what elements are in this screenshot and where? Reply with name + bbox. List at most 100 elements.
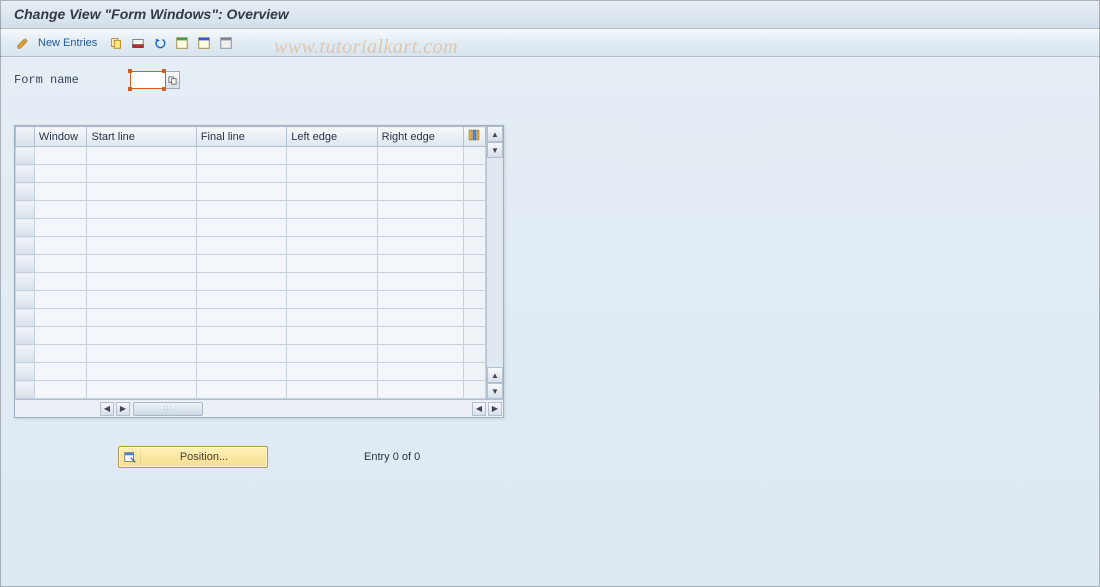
table-cell[interactable] <box>196 183 286 201</box>
scroll-track[interactable] <box>487 158 503 367</box>
row-selector[interactable] <box>16 273 35 291</box>
table-cell[interactable] <box>34 183 87 201</box>
table-cell[interactable] <box>377 363 463 381</box>
table-cell[interactable] <box>87 255 196 273</box>
table-cell[interactable] <box>377 273 463 291</box>
col-start-line[interactable]: Start line <box>87 127 196 147</box>
table-cell[interactable] <box>287 255 377 273</box>
table-cell[interactable] <box>377 255 463 273</box>
col-window[interactable]: Window <box>34 127 87 147</box>
table-cell[interactable] <box>287 291 377 309</box>
table-cell[interactable] <box>196 219 286 237</box>
table-cell[interactable] <box>377 327 463 345</box>
table-cell[interactable] <box>196 165 286 183</box>
table-cell[interactable] <box>87 345 196 363</box>
row-selector[interactable] <box>16 381 35 399</box>
table-cell[interactable] <box>87 183 196 201</box>
row-selector[interactable] <box>16 237 35 255</box>
table-cell[interactable] <box>34 309 87 327</box>
row-selector[interactable] <box>16 201 35 219</box>
table-cell[interactable] <box>196 363 286 381</box>
table-cell[interactable] <box>34 237 87 255</box>
table-cell[interactable] <box>87 201 196 219</box>
delete-icon[interactable] <box>129 34 147 52</box>
table-cell[interactable] <box>287 345 377 363</box>
value-help-icon[interactable] <box>166 71 180 89</box>
row-selector[interactable] <box>16 345 35 363</box>
table-cell[interactable] <box>87 291 196 309</box>
table-cell[interactable] <box>377 345 463 363</box>
table-cell[interactable] <box>377 183 463 201</box>
row-selector[interactable] <box>16 363 35 381</box>
row-selector[interactable] <box>16 291 35 309</box>
table-cell[interactable] <box>196 309 286 327</box>
table-cell[interactable] <box>196 201 286 219</box>
table-cell[interactable] <box>87 363 196 381</box>
toggle-edit-icon[interactable] <box>14 34 32 52</box>
table-cell[interactable] <box>87 381 196 399</box>
scroll-left-icon[interactable]: ◀ <box>100 402 114 416</box>
table-cell[interactable] <box>287 363 377 381</box>
row-selector-header[interactable] <box>16 127 35 147</box>
table-cell[interactable] <box>87 165 196 183</box>
table-cell[interactable] <box>287 273 377 291</box>
table-cell[interactable] <box>377 381 463 399</box>
position-button[interactable]: Position... <box>118 446 268 468</box>
row-selector[interactable] <box>16 255 35 273</box>
scroll-down-icon[interactable]: ▼ <box>487 383 503 399</box>
deselect-all-icon[interactable] <box>217 34 235 52</box>
table-cell[interactable] <box>377 165 463 183</box>
copy-icon[interactable] <box>107 34 125 52</box>
col-left-edge[interactable]: Left edge <box>287 127 377 147</box>
column-config-icon[interactable] <box>463 127 485 147</box>
table-cell[interactable] <box>87 219 196 237</box>
table-cell[interactable] <box>287 183 377 201</box>
scroll-down-icon[interactable]: ▼ <box>487 142 503 158</box>
form-name-input[interactable] <box>130 71 166 89</box>
row-selector[interactable] <box>16 147 35 165</box>
table-cell[interactable] <box>377 291 463 309</box>
table-cell[interactable] <box>34 381 87 399</box>
table-cell[interactable] <box>196 273 286 291</box>
table-cell[interactable] <box>34 219 87 237</box>
table-cell[interactable] <box>87 309 196 327</box>
table-cell[interactable] <box>196 345 286 363</box>
table-cell[interactable] <box>34 291 87 309</box>
table-cell[interactable] <box>34 327 87 345</box>
table-cell[interactable] <box>196 255 286 273</box>
scroll-left-icon[interactable]: ◀ <box>472 402 486 416</box>
table-cell[interactable] <box>196 237 286 255</box>
table-cell[interactable] <box>87 237 196 255</box>
table-cell[interactable] <box>287 219 377 237</box>
table-cell[interactable] <box>287 201 377 219</box>
col-right-edge[interactable]: Right edge <box>377 127 463 147</box>
table-cell[interactable] <box>34 201 87 219</box>
table-cell[interactable] <box>287 381 377 399</box>
table-cell[interactable] <box>377 237 463 255</box>
table-cell[interactable] <box>287 147 377 165</box>
new-entries-button[interactable]: New Entries <box>38 37 97 49</box>
table-cell[interactable] <box>196 291 286 309</box>
table-cell[interactable] <box>34 165 87 183</box>
table-cell[interactable] <box>287 327 377 345</box>
table-cell[interactable] <box>196 381 286 399</box>
row-selector[interactable] <box>16 327 35 345</box>
table-cell[interactable] <box>34 345 87 363</box>
row-selector[interactable] <box>16 309 35 327</box>
table-cell[interactable] <box>34 363 87 381</box>
table-cell[interactable] <box>34 255 87 273</box>
table-cell[interactable] <box>287 165 377 183</box>
select-block-icon[interactable] <box>195 34 213 52</box>
row-selector[interactable] <box>16 183 35 201</box>
table-cell[interactable] <box>196 147 286 165</box>
row-selector[interactable] <box>16 219 35 237</box>
table-cell[interactable] <box>377 147 463 165</box>
undo-icon[interactable] <box>151 34 169 52</box>
table-cell[interactable] <box>87 147 196 165</box>
scroll-up-icon[interactable]: ▲ <box>487 367 503 383</box>
table-cell[interactable] <box>87 273 196 291</box>
table-cell[interactable] <box>87 327 196 345</box>
table-cell[interactable] <box>34 273 87 291</box>
table-cell[interactable] <box>196 327 286 345</box>
table-cell[interactable] <box>287 309 377 327</box>
